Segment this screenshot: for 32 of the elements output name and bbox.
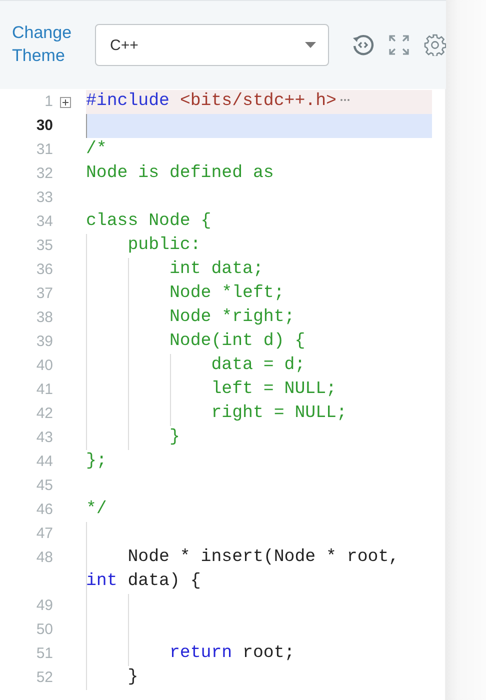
line-number: 32 [35,164,53,184]
line-number: 39 [35,332,53,352]
line-number: 45 [35,476,53,496]
line-number: 38 [35,308,53,328]
line-number: 52 [35,668,53,688]
line-number: 1 [44,92,53,112]
folded-code-ellipsis-icon[interactable] [340,98,350,102]
line-number: 33 [35,188,53,208]
line-number: 37 [35,284,53,304]
line-number: 40 [35,356,53,376]
fullscreen-icon[interactable] [389,35,409,55]
line-number: 42 [35,404,53,424]
line-number: 31 [35,140,53,160]
line-number: 44 [35,452,53,472]
settings-icon[interactable] [424,34,446,56]
line-number: 36 [35,260,53,280]
line-number: 49 [35,596,53,616]
line-number: 48 [35,548,53,568]
line-number: 51 [35,644,53,664]
expand-icon[interactable] [60,96,71,108]
line-number: 30 [35,116,53,136]
history-icon[interactable] [352,34,374,56]
caret-icon [305,42,316,48]
line-number: 43 [35,428,53,448]
language-select[interactable]: C++ [95,24,329,66]
line-number: 34 [35,212,53,232]
line-number: 35 [35,236,53,256]
change-theme-link[interactable]: Change Theme [12,21,81,67]
line-number: 50 [35,620,53,640]
line-number: 41 [35,380,53,400]
line-number: 46 [35,500,53,520]
line-number: 47 [35,524,53,544]
